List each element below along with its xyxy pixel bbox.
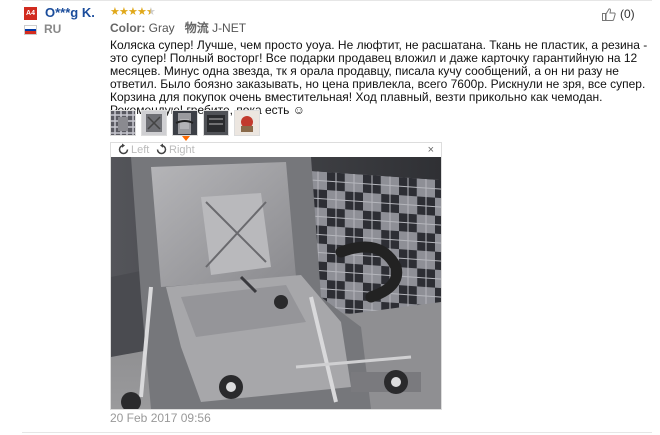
- helpful-button[interactable]: (0): [602, 7, 635, 21]
- bottom-divider: [22, 432, 652, 433]
- color-value: Gray: [148, 21, 175, 35]
- star-rating: ★ ★ ★ ★ ★: [110, 6, 156, 18]
- russia-flag-icon: [24, 25, 37, 35]
- top-divider: [22, 0, 652, 1]
- rotate-left-icon: [118, 143, 129, 155]
- shipping-label: 物流: [184, 21, 209, 35]
- color-label: Color:: [110, 21, 146, 35]
- flag-stripe-red: [25, 31, 36, 34]
- photo-thumbnail[interactable]: [141, 110, 167, 136]
- thumbs-up-icon: [602, 7, 616, 21]
- photo-viewer-toolbar: Left Right ×: [111, 143, 441, 157]
- shipping-value: J-NET: [212, 21, 247, 35]
- product-attributes: Color: Gray 物流 J-NET: [110, 19, 246, 36]
- stroller-photo: [111, 157, 441, 409]
- close-icon[interactable]: ×: [428, 144, 434, 156]
- photo-viewer: Left Right ×: [110, 142, 442, 410]
- star-icon: ★: [128, 6, 138, 18]
- avatar: A4: [24, 7, 37, 20]
- photo-thumbnail[interactable]: [234, 110, 260, 136]
- photo-thumbnail[interactable]: [203, 110, 229, 136]
- reviewer-name: O***g K.: [45, 5, 95, 20]
- rotate-right-button[interactable]: Right: [155, 143, 195, 156]
- reviewer-country: RU: [44, 22, 62, 36]
- review-date: 20 Feb 2017 09:56: [110, 411, 211, 425]
- photo-thumbnail[interactable]: [110, 110, 136, 136]
- photo-thumbnails: [110, 110, 265, 141]
- photo-thumbnail-active[interactable]: [172, 110, 198, 141]
- rotate-left-button[interactable]: Left: [117, 143, 149, 156]
- rotate-right-icon: [156, 143, 167, 155]
- rotate-left-label: Left: [131, 143, 150, 156]
- star-icon: ★: [137, 6, 147, 18]
- helpful-count: (0): [620, 7, 635, 21]
- rotate-right-label: Right: [169, 143, 195, 156]
- star-icon: ★: [119, 6, 129, 18]
- star-icon: ★: [110, 6, 120, 18]
- half-star-icon: ★: [146, 6, 156, 18]
- review-text: Коляска супер! Лучше, чем просто yoya. Н…: [110, 38, 648, 117]
